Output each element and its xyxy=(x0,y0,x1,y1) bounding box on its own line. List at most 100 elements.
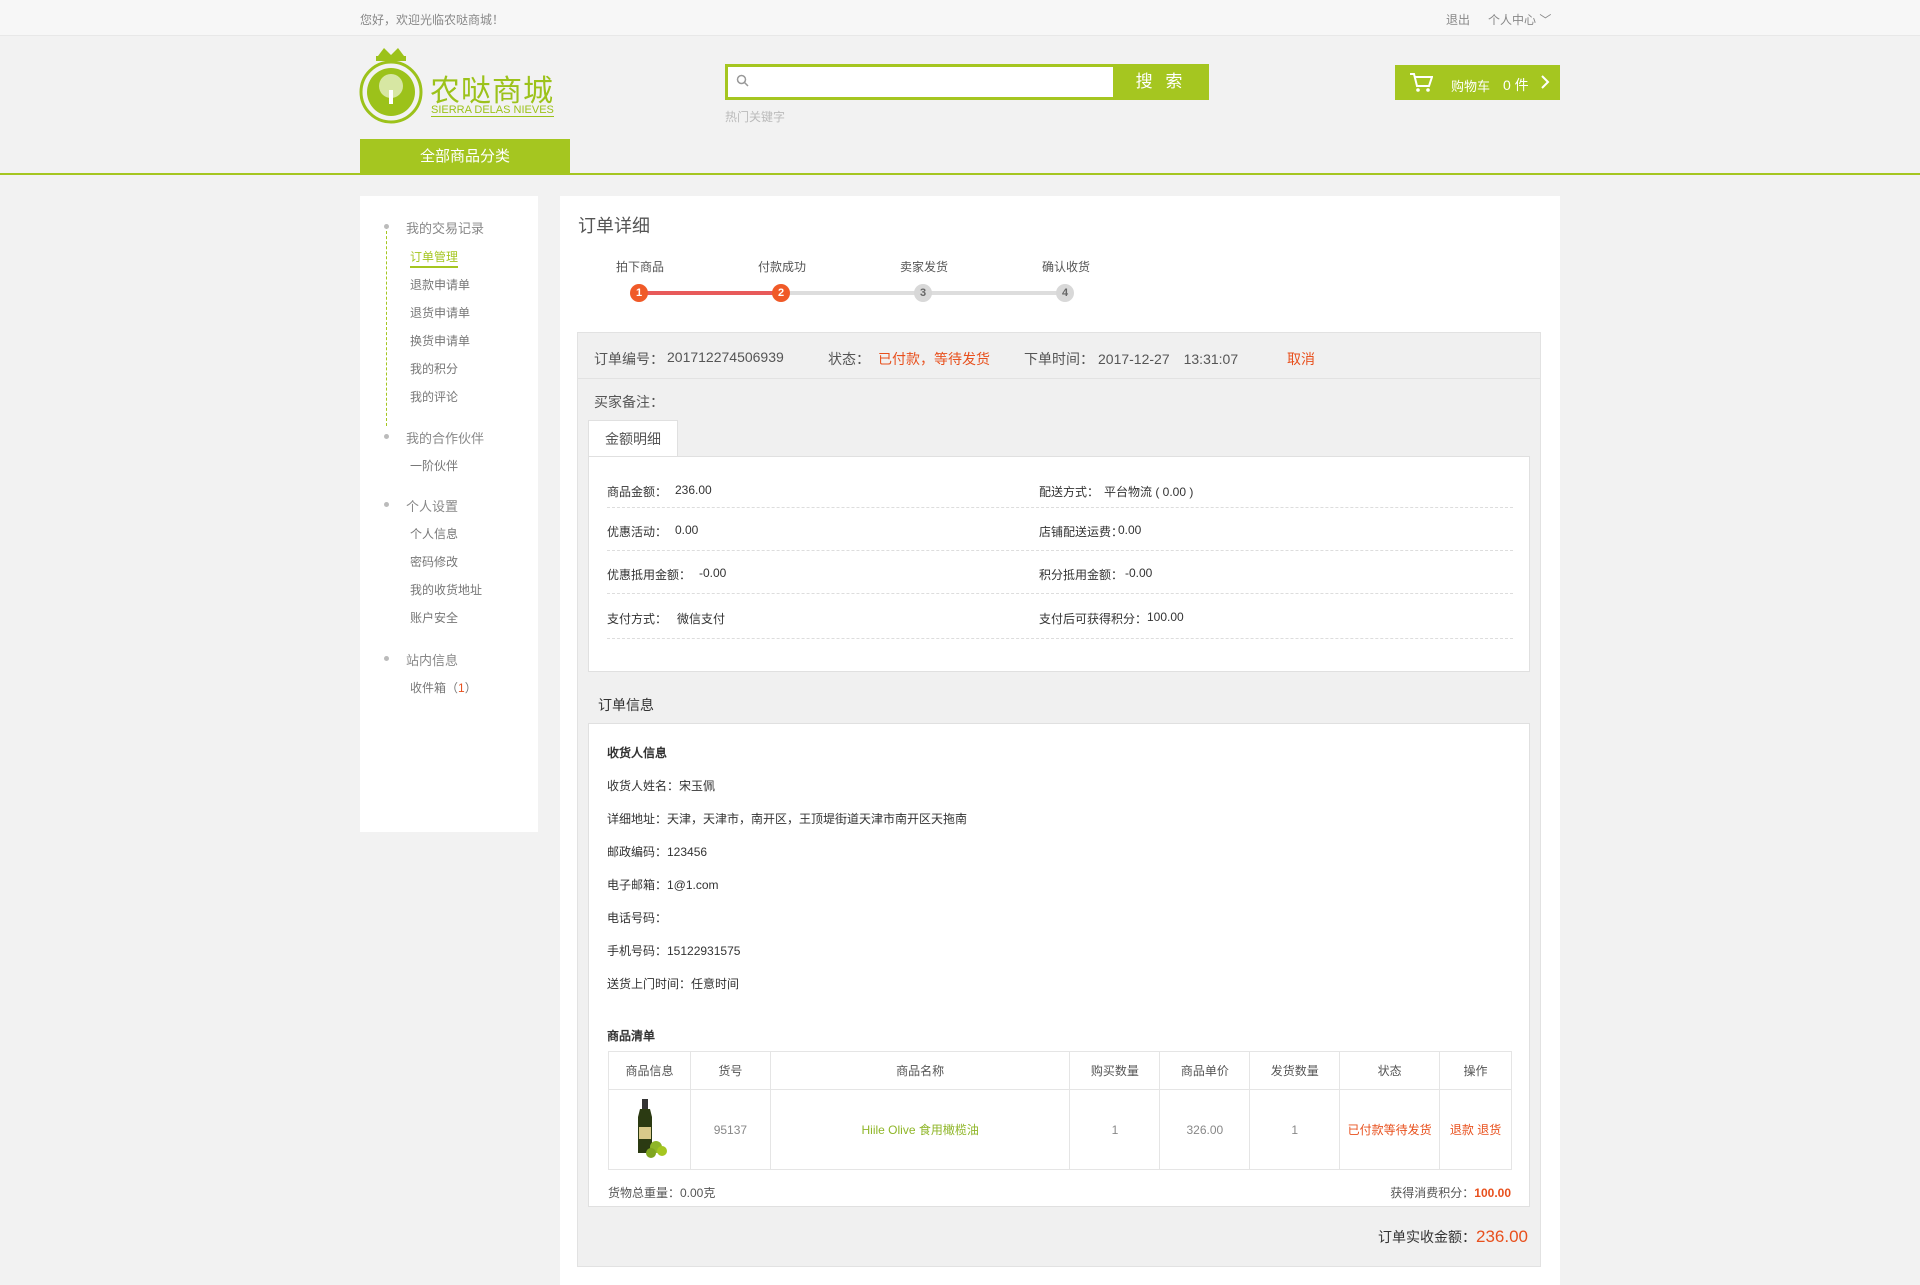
sidebar-item-profile[interactable]: 个人信息 xyxy=(410,525,458,542)
goods-table: 商品信息 货号 商品名称 购买数量 商品单价 发货数量 状态 操作 95137 … xyxy=(608,1051,1512,1170)
tab-amount-detail[interactable]: 金额明细 xyxy=(588,420,678,457)
return-link[interactable]: 退货 xyxy=(1477,1123,1501,1137)
delivery-method-label: 配送方式： xyxy=(1039,485,1100,499)
col-header: 商品信息 xyxy=(608,1051,691,1090)
order-info-title: 订单信息 xyxy=(598,697,654,713)
col-header: 购买数量 xyxy=(1069,1051,1161,1090)
product-name-link[interactable]: Hiile Olive 食用橄榄油 xyxy=(769,1089,1071,1170)
table-row: 95137 Hiile Olive 食用橄榄油 1 326.00 1 已付款等待… xyxy=(608,1089,1512,1170)
welcome-text: 您好，欢迎光临农哒商城！ xyxy=(360,13,505,27)
earned-points-value: 100.00 xyxy=(1474,1186,1511,1200)
goods-amount-label: 商品金额： xyxy=(607,485,668,499)
item-status: 已付款等待发货 xyxy=(1339,1089,1441,1170)
sidebar-item-password[interactable]: 密码修改 xyxy=(410,553,458,570)
product-image-cell[interactable] xyxy=(608,1089,691,1170)
bullet-icon xyxy=(384,656,389,661)
points-earn-label: 支付后可获得积分： xyxy=(1039,612,1148,626)
sidebar: 我的交易记录 订单管理 退款申请单 退货申请单 换货申请单 我的积分 我的评论 … xyxy=(360,196,538,832)
search-button[interactable]: 搜 索 xyxy=(1113,64,1209,100)
user-center-menu[interactable]: 个人中心 ﹀ xyxy=(1488,11,1551,28)
order-number-label: 订单编号： xyxy=(594,351,664,367)
receiver-mobile: 手机号码：15122931575 xyxy=(607,944,741,958)
points-deduct-label: 积分抵用金额： xyxy=(1039,568,1124,582)
bullet-icon xyxy=(384,224,389,229)
sidebar-item-inbox[interactable]: 收件箱（1） xyxy=(410,679,477,696)
bullet-icon xyxy=(384,434,389,439)
step-label-1: 拍下商品 xyxy=(616,260,665,274)
amount-row: 优惠抵用金额： -0.00 积分抵用金额： -0.00 xyxy=(607,551,1513,594)
cancel-order-link[interactable]: 取消 xyxy=(1287,349,1315,369)
order-time-label: 下单时间： xyxy=(1024,351,1094,367)
order-detail-main: 订单详细 拍下商品 付款成功 卖家发货 确认收货 1 2 3 4 订单编号： 2… xyxy=(560,196,1560,1285)
coupon-value: -0.00 xyxy=(699,566,727,580)
search-icon xyxy=(736,74,749,87)
sidebar-item-points[interactable]: 我的积分 xyxy=(410,360,458,377)
sidebar-item-security[interactable]: 账户安全 xyxy=(410,609,458,626)
points-earn-value: 100.00 xyxy=(1147,610,1184,624)
all-categories-button[interactable]: 全部商品分类 xyxy=(360,139,570,174)
buyer-remark: 买家备注： xyxy=(594,394,664,410)
earned-points-label: 获得消费积分： xyxy=(1390,1186,1475,1200)
sidebar-group-title: 我的合作伙伴 xyxy=(406,431,485,446)
bullet-icon xyxy=(384,502,389,507)
site-logo[interactable]: 农哒商城 SIERRA DELAS NIEVES xyxy=(358,46,558,128)
col-header: 操作 xyxy=(1439,1051,1512,1090)
payment-method-label: 支付方式： xyxy=(607,612,668,626)
sidebar-item-partner-level1[interactable]: 一阶伙伴 xyxy=(410,457,458,474)
refund-link[interactable]: 退款 xyxy=(1450,1123,1474,1137)
receiver-address: 详细地址：天津，天津市，南开区，王顶堤街道天津市南开区天拖南 xyxy=(607,812,968,826)
sidebar-item-orders[interactable]: 订单管理 xyxy=(410,248,459,268)
sidebar-item-addresses[interactable]: 我的收货地址 xyxy=(410,581,482,598)
order-summary-row: 订单编号： 201712274506939 状态： 已付款，等待发货 下单时间：… xyxy=(578,333,1540,379)
shipping-fee-label: 店铺配送运费： xyxy=(1039,525,1124,539)
order-total: 订单实收金额：236.00 xyxy=(1378,1227,1528,1247)
olive-tree-emblem-icon xyxy=(359,48,423,124)
hot-keywords[interactable]: 热门关键字 xyxy=(725,108,785,125)
payment-method: 微信支付 xyxy=(677,612,726,626)
cart-button[interactable]: 购物车 0 件 xyxy=(1395,65,1560,100)
sidebar-item-refund[interactable]: 退款申请单 xyxy=(410,276,470,293)
goods-list-heading: 商品清单 xyxy=(607,1029,656,1043)
sidebar-item-return[interactable]: 退货申请单 xyxy=(410,304,470,321)
price-cell: 326.00 xyxy=(1159,1089,1251,1170)
earned-points: 获得消费积分：100.00 xyxy=(1390,1184,1511,1201)
actions-cell: 退款 退货 xyxy=(1439,1089,1512,1170)
sidebar-item-exchange[interactable]: 换货申请单 xyxy=(410,332,470,349)
step-label-4: 确认收货 xyxy=(1042,260,1091,274)
promo-value: 0.00 xyxy=(675,523,699,537)
sidebar-item-reviews[interactable]: 我的评论 xyxy=(410,388,458,405)
olive-oil-bottle-image[interactable] xyxy=(629,1097,669,1159)
order-time: 2017-12-27 13:31:07 xyxy=(1098,351,1239,367)
logout-link[interactable]: 退出 xyxy=(1446,11,1470,28)
receiver-name: 收货人姓名：宋玉佩 xyxy=(607,779,716,793)
order-total-label: 订单实收金额： xyxy=(1378,1229,1476,1245)
inbox-label: 收件箱 xyxy=(410,681,447,695)
step-circle-3: 3 xyxy=(914,284,932,302)
sidebar-group-title: 我的交易记录 xyxy=(406,221,485,236)
cart-count: 0 件 xyxy=(1503,77,1529,93)
receiver-email: 电子邮箱：1@1.com xyxy=(607,878,719,892)
coupon-label: 优惠抵用金额： xyxy=(607,568,692,582)
col-header: 发货数量 xyxy=(1249,1051,1341,1090)
col-header: 货号 xyxy=(689,1051,771,1090)
amount-row: 优惠活动： 0.00 店铺配送运费： 0.00 xyxy=(607,508,1513,551)
search-input[interactable] xyxy=(752,67,1082,97)
sidebar-group-title: 个人设置 xyxy=(406,499,459,514)
logo-subtitle: SIERRA DELAS NIEVES xyxy=(431,104,554,117)
receiver-zip: 邮政编码：123456 xyxy=(607,845,708,859)
nav-divider xyxy=(0,173,1920,175)
step-circle-1: 1 xyxy=(630,284,648,302)
chevron-down-icon: ﹀ xyxy=(1539,13,1552,27)
receiver-delivery-time: 送货上门时间：任意时间 xyxy=(607,977,740,991)
page-title: 订单详细 xyxy=(578,216,650,236)
table-header-row: 商品信息 货号 商品名称 购买数量 商品单价 发货数量 状态 操作 xyxy=(608,1051,1512,1090)
step-label-2: 付款成功 xyxy=(758,260,807,274)
status-badge: 已付款，等待发货 xyxy=(878,351,990,367)
chevron-right-icon xyxy=(1541,75,1550,89)
order-info-box: 收货人信息 收货人姓名：宋玉佩 详细地址：天津，天津市，南开区，王顶堤街道天津市… xyxy=(588,723,1530,1207)
step-label-3: 卖家发货 xyxy=(900,260,949,274)
sidebar-guide-line xyxy=(386,226,387,426)
total-weight: 货物总重量：0.00克 xyxy=(608,1186,716,1200)
amount-detail-box: 商品金额： 236.00 配送方式： 平台物流 ( 0.00 ) 优惠活动： 0… xyxy=(588,456,1530,672)
shipping-fee: 0.00 xyxy=(1118,523,1142,537)
